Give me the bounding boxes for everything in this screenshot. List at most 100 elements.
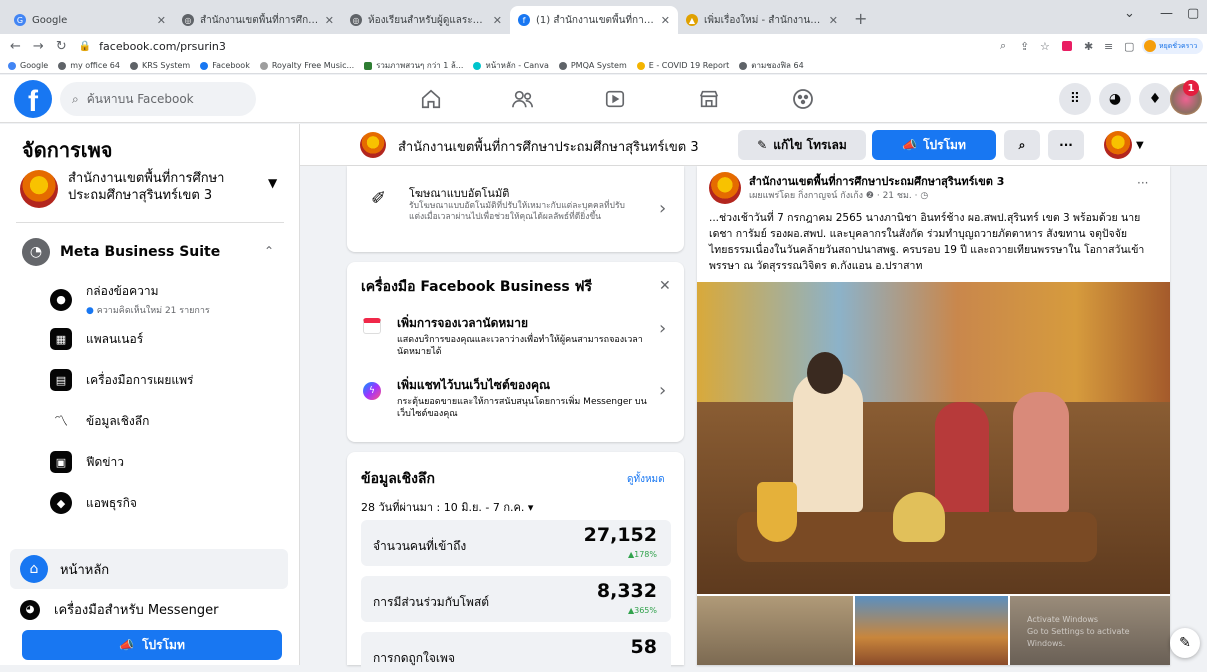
bookmark[interactable]: Google <box>8 61 48 70</box>
sidebar-item-business-apps[interactable]: ◆ แอพธุรกิจ <box>50 492 137 514</box>
reading-list-icon[interactable]: ≡ <box>1104 40 1113 53</box>
sidebar-item-insights[interactable]: 〽 ข้อมูลเชิงลึก <box>50 410 149 432</box>
close-tab-icon[interactable]: ✕ <box>157 14 166 27</box>
close-tab-icon[interactable]: ✕ <box>661 14 670 27</box>
notifications-bell-icon[interactable]: ♦ <box>1139 83 1171 115</box>
close-tab-icon[interactable]: ✕ <box>325 14 334 27</box>
chevron-up-icon[interactable]: ⌃ <box>264 244 274 258</box>
bookmark[interactable]: PMQA System <box>558 61 627 70</box>
globe-icon <box>129 61 138 70</box>
profile-chip[interactable]: หยุดชั่วคราว <box>1142 38 1204 54</box>
post-main-photo[interactable] <box>697 282 1170 594</box>
browser-tab[interactable]: ▲ เพิ่มเรื่องใหม่ - สำนักงานเขตพื้นที่กา… <box>678 6 846 34</box>
share-icon[interactable]: ⇪ <box>1020 40 1029 53</box>
chevron-right-icon: › <box>659 198 667 219</box>
post-thumbnail[interactable] <box>855 596 1008 665</box>
more-dots-icon[interactable]: ··· <box>1137 176 1148 190</box>
globe-icon <box>58 61 67 70</box>
meta-business-suite-label[interactable]: Meta Business Suite <box>60 244 220 260</box>
zoom-icon[interactable]: ⌕ <box>1000 39 1006 53</box>
edit-button[interactable]: ✎ แก้ไข โทรเลม <box>738 130 866 160</box>
booking-tool-item[interactable]: เพิ่มการจองเวลานัดหมาย แสดงบริการของคุณแ… <box>347 312 684 366</box>
browser-tab-active[interactable]: f (1) สำนักงานเขตพื้นที่การศึกษาประ ✕ <box>510 6 678 34</box>
website-chat-item[interactable]: ϟ เพิ่มแชทไว้บนเว็บไซต์ของคุณ กระตุ้นยอด… <box>347 374 684 434</box>
promote-button[interactable]: 📣 โปรโมท <box>872 130 996 160</box>
post-author-avatar[interactable] <box>709 172 741 204</box>
back-icon[interactable]: ← <box>10 39 21 54</box>
address-bar: ← → ↻ 🔒 facebook.com/prsurin3 ⌕ ⇪ ☆ ✱ ≡ … <box>0 34 1207 58</box>
auto-ads-card[interactable]: ✐ โฆษณาแบบอัตโนมัติ รับโฆษณาแบบอัตโนมัติ… <box>347 166 684 252</box>
bookmark[interactable]: KRS System <box>129 61 190 70</box>
groups-nav-icon[interactable] <box>510 87 536 111</box>
divider <box>16 222 284 223</box>
sidebar-item-home[interactable]: ⌂ หน้าหลัก <box>10 549 288 589</box>
see-all-link[interactable]: ดูทั้งหมด <box>627 472 665 487</box>
tab-search-icon[interactable]: ⌄ <box>1124 6 1135 21</box>
messenger-icon[interactable]: ◕ <box>1099 83 1131 115</box>
page-name[interactable]: สำนักงานเขตพื้นที่การศึกษาประถมศึกษาสุริ… <box>398 136 699 157</box>
search-icon: ⌕ <box>1018 137 1026 152</box>
bookmark[interactable]: รวมภาพสวนๆ กว่า 1 ล้... <box>364 59 463 72</box>
search-button[interactable]: ⌕ <box>1004 130 1040 160</box>
bookmark[interactable]: Royalty Free Music... <box>259 61 354 70</box>
woman-head <box>807 352 843 394</box>
facebook-logo-icon[interactable]: f <box>14 80 52 118</box>
reload-icon[interactable]: ↻ <box>56 39 67 54</box>
caret-down-icon[interactable]: ▼ <box>268 176 277 190</box>
bookmark[interactable]: E - COVID 19 Report <box>636 61 729 70</box>
menu-grid-icon[interactable]: ⠿ <box>1059 83 1091 115</box>
compose-message-button[interactable]: ✎ <box>1170 628 1200 658</box>
browser-tab[interactable]: ◎ สำนักงานเขตพื้นที่การศึกษาประถมศึ ✕ <box>174 6 342 34</box>
activate-windows-watermark: Activate Windows Go to Settings to activ… <box>1027 615 1130 648</box>
sidebar-item-publishing-tools[interactable]: ▤ เครื่องมือการเผยแพร่ <box>50 369 193 391</box>
page-name[interactable]: สำนักงานเขตพื้นที่การศึกษาประถมศึกษาสุริ… <box>68 170 238 204</box>
bookmark[interactable]: หน้าหลัก - Canva <box>473 59 549 72</box>
search-input[interactable]: ⌕ ค้นหาบน Facebook <box>60 82 256 116</box>
magic-wand-icon: ✐ <box>371 188 387 209</box>
more-options-button[interactable]: ··· <box>1048 130 1084 160</box>
bookmarks-bar: Google my office 64 KRS System Facebook … <box>0 58 1207 74</box>
minimize-button[interactable]: — <box>1160 6 1173 21</box>
bookmark[interactable]: my office 64 <box>58 61 120 70</box>
post-thumbnail[interactable] <box>697 596 853 665</box>
bookmark[interactable]: Facebook <box>200 61 250 70</box>
promote-button[interactable]: 📣 โปรโมท <box>22 630 282 660</box>
notification-badge: 1 <box>1183 80 1199 96</box>
page-header-bar: สำนักงานเขตพื้นที่การศึกษาประถมศึกษาสุริ… <box>300 124 1207 166</box>
new-tab-button[interactable]: + <box>854 9 867 28</box>
marketplace-nav-icon[interactable] <box>696 87 722 111</box>
browser-tab-bar: G Google ✕ ◎ สำนักงานเขตพื้นที่การศึกษาป… <box>0 0 1207 34</box>
globe-icon <box>558 61 567 70</box>
browser-tab[interactable]: G Google ✕ <box>6 6 174 34</box>
url-field[interactable]: facebook.com/prsurin3 <box>99 40 226 53</box>
browser-tab[interactable]: ◎ ห้องเรียนสำหรับผู้ดูแลระบบแพ ✕ <box>342 6 510 34</box>
page-switcher-button[interactable]: ▼ <box>1104 130 1156 160</box>
extension-icon[interactable] <box>1062 41 1072 51</box>
sidebar-item-inbox[interactable]: ● กล่องข้อความ ● ความคิดเห็นใหม่ 21 รายก… <box>50 282 210 317</box>
puzzle-icon[interactable]: ✱ <box>1084 40 1093 53</box>
sidebar-item-news-feed[interactable]: ▣ ฟีดข่าว <box>50 451 124 473</box>
side-panel-icon[interactable]: ▢ <box>1124 40 1134 53</box>
stat-reach[interactable]: จำนวนคนที่เข้าถึง 27,152 ▲178% <box>361 520 671 566</box>
close-tab-icon[interactable]: ✕ <box>829 14 838 27</box>
post-meta: เผยแพร่โดย กิ่งกาญจน์ กังเก้ง ❷ · 21 ชม.… <box>749 191 929 201</box>
publishing-tools-icon: ▤ <box>50 369 72 391</box>
restore-button[interactable]: ▢ <box>1187 6 1199 21</box>
home-nav-icon[interactable] <box>418 87 444 111</box>
close-tab-icon[interactable]: ✕ <box>493 14 502 27</box>
close-icon[interactable]: ✕ <box>659 278 671 294</box>
sidebar-title: จัดการเพจ <box>22 138 113 162</box>
lock-icon: 🔒 <box>78 40 92 52</box>
sidebar-item-planner[interactable]: ▦ แพลนเนอร์ <box>50 328 143 350</box>
stat-engagement[interactable]: การมีส่วนร่วมกับโพสต์ 8,332 ▲365% <box>361 576 671 622</box>
watch-nav-icon[interactable] <box>602 87 628 111</box>
temple-backdrop <box>697 282 1170 402</box>
star-icon[interactable]: ☆ <box>1040 40 1050 53</box>
bookmark[interactable]: ตามชองฟิล 64 <box>739 59 804 72</box>
stat-page-likes[interactable]: การกดถูกใจเพจ 58 <box>361 632 671 672</box>
date-range-dropdown[interactable]: 28 วันที่ผ่านมา : 10 มิ.ย. - 7 ก.ค. ▾ <box>361 498 533 516</box>
gaming-nav-icon[interactable] <box>790 87 816 111</box>
globe-icon: ◎ <box>182 14 194 26</box>
sidebar-item-messenger-tools[interactable]: ◕ เครื่องมือสำหรับ Messenger <box>20 599 218 620</box>
forward-icon[interactable]: → <box>33 39 44 54</box>
